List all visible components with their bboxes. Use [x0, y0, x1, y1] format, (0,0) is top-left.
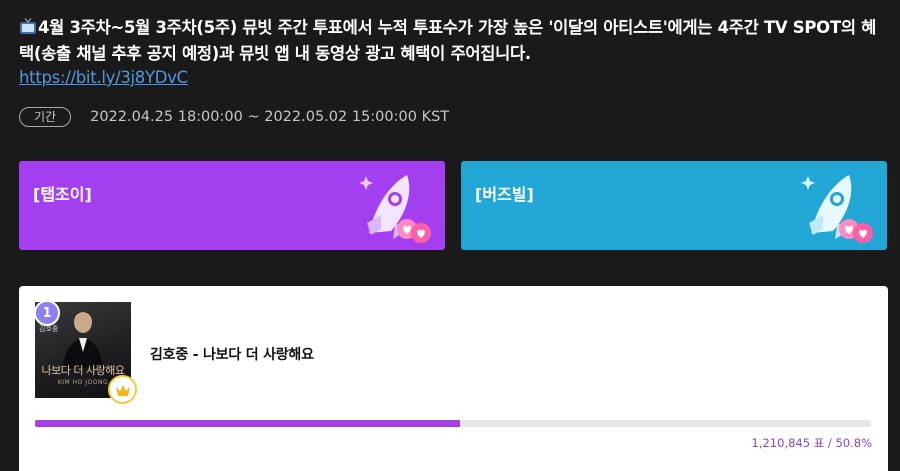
tv-icon [19, 18, 37, 42]
vote-button-label: [버즈빌] [475, 185, 534, 204]
period-row: 기간 2022.04.25 18:00:00 ~ 2022.05.02 15:0… [19, 107, 449, 127]
vote-button-buzzvil[interactable]: [버즈빌] [461, 161, 887, 250]
ranking-card[interactable]: 김호중 나보다 더 사랑해요 KIM HO JOONG 1 김호중 - 나보다 … [19, 286, 888, 471]
notice-link[interactable]: https://bit.ly/3j8YDvC [19, 66, 188, 90]
vote-progress-fill [35, 420, 460, 427]
vote-button-label: [탭조이] [33, 185, 92, 204]
vote-count: 1,210,845 표 / 50.8% [751, 436, 872, 450]
period-value: 2022.04.25 18:00:00 ~ 2022.05.02 15:00:0… [90, 109, 450, 125]
rocket-icon [797, 167, 877, 250]
vote-button-tapjoy[interactable]: [탭조이] [19, 161, 445, 250]
period-badge: 기간 [19, 107, 72, 127]
song-title: 김호중 - 나보다 더 사랑해요 [150, 347, 314, 363]
vote-progress-bar [35, 420, 871, 427]
notice-text: 4월 3주차~5월 3주차(5주) 뮤빗 주간 투표에서 누적 투표수가 가장 … [19, 16, 879, 90]
notice-body: 4월 3주차~5월 3주차(5주) 뮤빗 주간 투표에서 누적 투표수가 가장 … [19, 18, 877, 63]
crown-icon [108, 375, 137, 404]
rocket-icon [355, 167, 435, 250]
rank-badge: 1 [34, 300, 60, 326]
